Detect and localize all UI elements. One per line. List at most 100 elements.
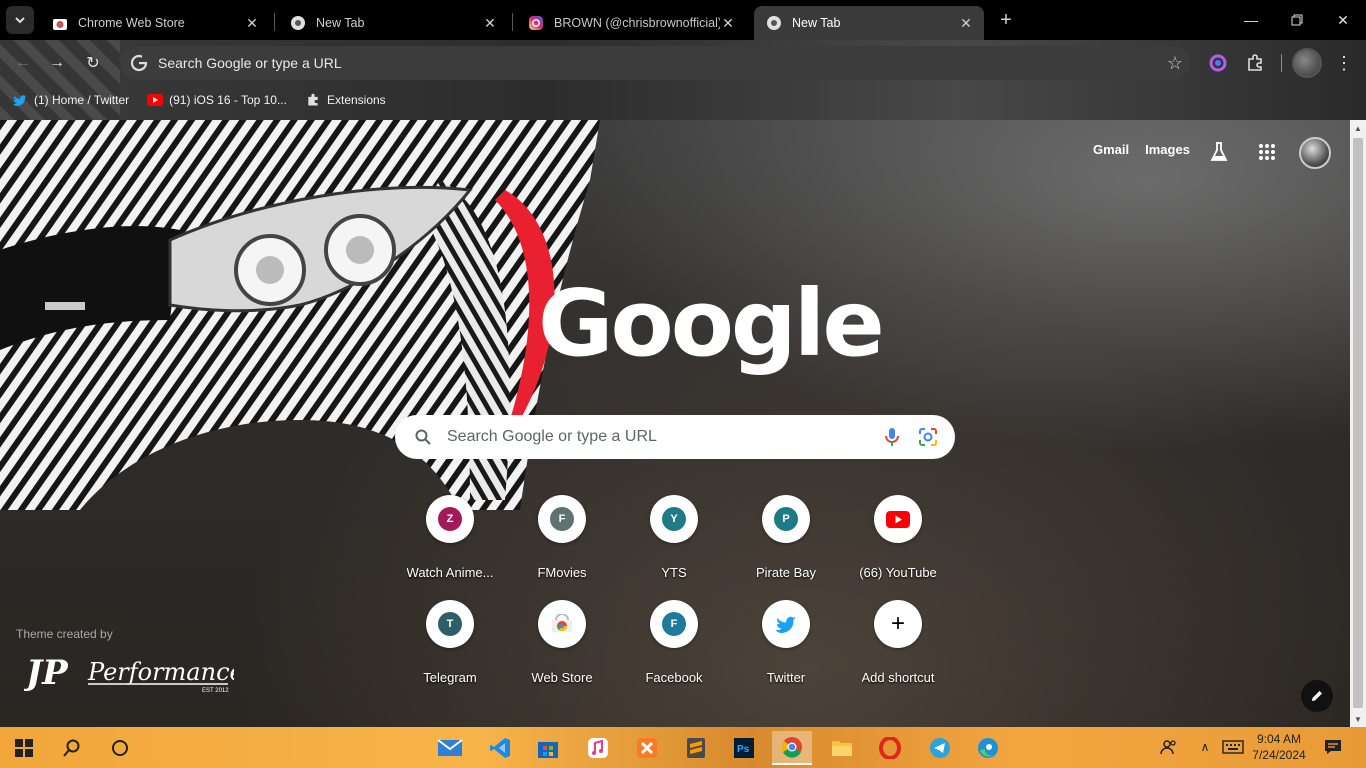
account-avatar[interactable] <box>1299 137 1331 169</box>
restore-button[interactable] <box>1274 0 1320 40</box>
taskbar-itunes[interactable] <box>578 731 618 765</box>
shortcut-label: Pirate Bay <box>756 565 816 580</box>
extensions-menu-button[interactable] <box>1242 50 1268 76</box>
taskbar-store[interactable] <box>528 731 568 765</box>
image-search-button[interactable] <box>915 424 941 450</box>
scrollbar-thumb[interactable] <box>1353 138 1363 708</box>
chrome-menu-button[interactable]: ⋮ <box>1331 50 1357 76</box>
google-apps-button[interactable] <box>1255 140 1279 164</box>
forward-button[interactable]: → <box>42 48 72 78</box>
vscode-icon <box>490 738 510 758</box>
shortcut-fmovies[interactable]: F FMovies <box>506 495 618 580</box>
add-shortcut-button[interactable]: + Add shortcut <box>842 600 954 685</box>
taskbar-sublime[interactable] <box>676 731 716 765</box>
shortcut-icon: F <box>650 600 698 648</box>
theme-creator-logo[interactable]: JP Performance EST 2012 <box>24 650 234 696</box>
tab-new-tab-1[interactable]: New Tab ✕ <box>278 6 508 40</box>
taskbar-file-explorer[interactable] <box>822 731 862 765</box>
youtube-icon <box>147 92 164 108</box>
itunes-icon <box>588 738 608 758</box>
reload-button[interactable]: ↻ <box>78 48 108 78</box>
profile-avatar-button[interactable] <box>1292 48 1322 78</box>
close-icon[interactable]: ✕ <box>244 15 260 31</box>
new-tab-button[interactable]: + <box>994 8 1018 32</box>
shortcut-pirate-bay[interactable]: P Pirate Bay <box>730 495 842 580</box>
chrome-icon <box>766 15 782 31</box>
taskbar-photoshop[interactable]: Ps <box>724 731 764 765</box>
shortcut-icon <box>762 600 810 648</box>
close-icon[interactable]: ✕ <box>720 15 736 31</box>
tab-title: New Tab <box>792 16 841 30</box>
twitter-icon <box>775 616 795 633</box>
start-button[interactable] <box>4 731 44 765</box>
plus-icon: + <box>890 610 905 637</box>
tab-title: New Tab <box>316 16 365 30</box>
bookmark-extensions[interactable]: Extensions <box>305 92 386 108</box>
plus-icon: + <box>1000 8 1012 31</box>
close-window-button[interactable]: ✕ <box>1320 0 1366 40</box>
taskbar-vscode[interactable] <box>480 731 520 765</box>
taskbar-mail[interactable] <box>430 731 470 765</box>
shortcut-twitter[interactable]: Twitter <box>730 600 842 685</box>
people-tray-button[interactable] <box>1158 737 1180 757</box>
images-link[interactable]: Images <box>1145 142 1190 157</box>
keyboard-tray-button[interactable] <box>1222 737 1244 757</box>
close-icon[interactable]: ✕ <box>958 15 974 31</box>
back-button[interactable]: ← <box>8 48 38 78</box>
apps-grid-icon <box>1259 144 1275 160</box>
tab-chrome-web-store[interactable]: Chrome Web Store ✕ <box>40 6 270 40</box>
taskbar-xampp[interactable] <box>627 731 667 765</box>
bookmark-youtube[interactable]: (91) iOS 16 - Top 10... <box>147 92 287 108</box>
address-bar[interactable]: Search Google or type a URL ☆ <box>120 46 1190 80</box>
taskbar-telegram[interactable] <box>920 731 960 765</box>
bookmark-star-icon[interactable]: ☆ <box>1160 53 1190 74</box>
shortcut-letter: P <box>774 507 798 531</box>
tab-strip: Chrome Web Store ✕ New Tab ✕ BROWN (@chr… <box>0 0 1366 40</box>
tab-instagram[interactable]: BROWN (@chrisbrownofficial) • ✕ <box>516 6 746 40</box>
webstore-icon <box>52 15 68 31</box>
gmail-link[interactable]: Gmail <box>1093 142 1129 157</box>
shortcut-label: Facebook <box>645 670 703 685</box>
taskbar-clock[interactable]: 9:04 AM 7/24/2024 <box>1248 731 1310 763</box>
page-scrollbar[interactable]: ▲ ▼ <box>1350 120 1366 727</box>
shortcut-web-store[interactable]: Web Store <box>506 600 618 685</box>
voice-search-button[interactable] <box>879 424 905 450</box>
search-icon <box>413 427 433 447</box>
shortcut-telegram[interactable]: T Telegram <box>394 600 506 685</box>
ntp-search-box[interactable]: Search Google or type a URL <box>395 415 955 459</box>
minimize-button[interactable]: — <box>1228 0 1274 40</box>
people-icon <box>1160 740 1176 755</box>
browser-toolbar: ← → ↻ Search Google or type a URL ☆ ⋮ (1… <box>0 40 1366 120</box>
labs-button[interactable] <box>1207 140 1231 164</box>
tab-search-button[interactable] <box>6 6 34 34</box>
folder-icon <box>832 741 852 756</box>
shortcut-watch-anime[interactable]: Z Watch Anime... <box>394 495 506 580</box>
scroll-down-arrow-icon[interactable]: ▼ <box>1350 711 1366 727</box>
svg-text:Ps: Ps <box>737 744 750 755</box>
scroll-up-arrow-icon[interactable]: ▲ <box>1350 120 1366 136</box>
extension-button[interactable] <box>1205 50 1231 76</box>
bookmark-twitter[interactable]: (1) Home / Twitter <box>12 92 129 108</box>
shortcut-facebook[interactable]: F Facebook <box>618 600 730 685</box>
tab-new-tab-active[interactable]: New Tab ✕ <box>754 6 984 40</box>
new-tab-page: Gmail Images Google Search Google or typ… <box>0 120 1350 727</box>
shortcut-label: Telegram <box>423 670 477 685</box>
taskbar-edge[interactable] <box>968 731 1008 765</box>
taskbar-opera[interactable] <box>870 731 910 765</box>
ntp-top-links: Gmail Images <box>1093 142 1190 157</box>
shortcut-icon: P <box>762 495 810 543</box>
taskbar-search-button[interactable] <box>52 731 92 765</box>
more-vert-icon: ⋮ <box>1335 52 1353 73</box>
shortcut-yts[interactable]: Y YTS <box>618 495 730 580</box>
action-center-button[interactable] <box>1322 737 1344 757</box>
customize-chrome-button[interactable] <box>1301 680 1333 712</box>
tab-divider <box>512 13 513 31</box>
close-icon[interactable]: ✕ <box>482 15 498 31</box>
taskbar-chrome[interactable] <box>772 731 812 765</box>
cortana-button[interactable] <box>100 731 140 765</box>
search-input[interactable]: Search Google or type a URL <box>447 428 869 446</box>
svg-text:Performance: Performance <box>87 658 234 686</box>
edge-icon <box>978 738 998 758</box>
shortcut-youtube[interactable]: (66) YouTube <box>842 495 954 580</box>
show-hidden-icons-button[interactable]: ∧ <box>1194 737 1216 757</box>
